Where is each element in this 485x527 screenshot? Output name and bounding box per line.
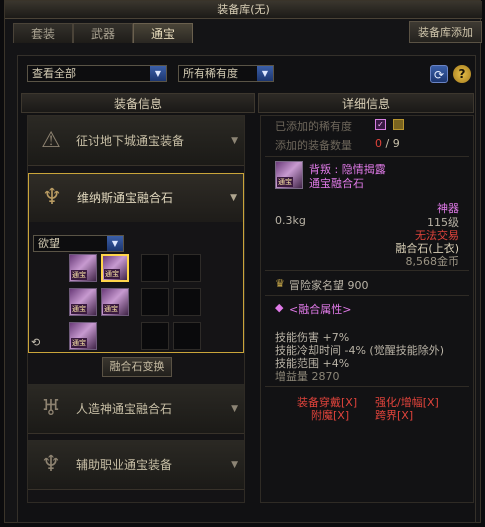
cycle-icon[interactable]: ⟲ bbox=[31, 336, 40, 349]
diamond-icon: ◆ bbox=[275, 301, 284, 314]
rarity-color-box[interactable] bbox=[393, 119, 404, 130]
divider bbox=[265, 156, 469, 157]
item-tag: 通宝 bbox=[103, 304, 119, 314]
window-title: 装备库(无) bbox=[5, 1, 482, 19]
equipment-category-list: ⚠ 征讨地下城通宝装备 ▼ ♆ 维纳斯通宝融合石 ▼ 欲望 ▼ 通宝 通宝 通宝… bbox=[27, 115, 245, 503]
item-icon: 通宝 bbox=[275, 161, 303, 189]
chevron-down-icon: ▼ bbox=[257, 66, 273, 81]
detail-info-header: 详细信息 bbox=[258, 93, 474, 113]
chevron-down-icon: ▼ bbox=[107, 236, 123, 251]
tab-set[interactable]: 套装 bbox=[13, 23, 73, 43]
empty-slot[interactable] bbox=[173, 288, 201, 316]
add-to-storage-button[interactable]: 装备库添加 bbox=[409, 21, 482, 43]
count-separator: / bbox=[385, 137, 390, 150]
tab-tongbao[interactable]: 通宝 bbox=[133, 23, 193, 43]
fusion-attr-title: <融合属性> bbox=[289, 303, 352, 316]
item-weight: 0.3kg bbox=[275, 214, 306, 227]
category-support-class[interactable]: ♆ 辅助职业通宝装备 ▼ bbox=[28, 440, 244, 490]
empty-slot[interactable] bbox=[173, 254, 201, 282]
sub-filter-value: 欲望 bbox=[38, 237, 60, 250]
demon-emblem-icon: ♆ bbox=[42, 185, 62, 210]
item-tag: 通宝 bbox=[71, 338, 87, 348]
link-enchant[interactable]: 附魔[X] bbox=[311, 407, 349, 423]
rarity-filter-value: 所有稀有度 bbox=[183, 67, 238, 80]
dungeon-emblem-icon: ⚠ bbox=[41, 128, 61, 153]
fame-icon: ♛ bbox=[275, 277, 285, 290]
chevron-down-icon: ▼ bbox=[231, 460, 238, 470]
category-venus-fusion: ♆ 维纳斯通宝融合石 ▼ 欲望 ▼ 通宝 通宝 通宝 通宝 通宝 ⟲ bbox=[28, 173, 244, 353]
added-rarity-label: 已添加的稀有度 bbox=[275, 120, 352, 133]
item-tag: 通宝 bbox=[71, 304, 87, 314]
link-cross-realm[interactable]: 跨界[X] bbox=[375, 407, 413, 423]
equipment-info-header: 装备信息 bbox=[21, 93, 255, 113]
view-filter-select[interactable]: 查看全部 ▼ bbox=[27, 65, 167, 82]
item-slot-selected[interactable]: 通宝 bbox=[101, 254, 129, 282]
category-venus-header[interactable]: ♆ 维纳斯通宝融合石 ▼ bbox=[29, 174, 243, 222]
item-slot[interactable]: 通宝 bbox=[101, 288, 129, 316]
view-filter-value: 查看全部 bbox=[32, 67, 76, 80]
horned-emblem-icon: ♅ bbox=[41, 396, 61, 421]
detail-panel: 已添加的稀有度 ✓ 添加的装备数量 0 / 9 通宝 背叛 : 隐情揭露 通宝融… bbox=[260, 115, 474, 503]
category-label: 征讨地下城通宝装备 bbox=[76, 134, 185, 148]
chevron-down-icon: ▼ bbox=[150, 66, 166, 81]
fame: 冒险家名望 900 bbox=[289, 277, 369, 293]
chevron-down-icon: ▼ bbox=[230, 193, 237, 203]
item-slot[interactable]: 通宝 bbox=[69, 254, 97, 282]
added-count: 0 / 9 bbox=[375, 137, 400, 150]
rarity-filter-select[interactable]: 所有稀有度 ▼ bbox=[178, 65, 274, 82]
added-count-label: 添加的装备数量 bbox=[275, 139, 352, 152]
category-label: 维纳斯通宝融合石 bbox=[77, 191, 174, 205]
divider bbox=[265, 270, 469, 271]
refresh-icon[interactable]: ⟳ bbox=[430, 65, 448, 83]
fame-label: 冒险家名望 bbox=[289, 279, 344, 292]
rarity-checkbox[interactable]: ✓ bbox=[375, 119, 386, 130]
trident-emblem-icon: ♆ bbox=[41, 452, 61, 477]
item-slot[interactable]: 通宝 bbox=[69, 288, 97, 316]
item-tag: 通宝 bbox=[104, 269, 120, 279]
item-tag: 通宝 bbox=[277, 177, 293, 187]
item-tag: 通宝 bbox=[71, 270, 87, 280]
category-label: 人造神通宝融合石 bbox=[76, 402, 173, 416]
item-price: 8,568金币 bbox=[405, 255, 460, 268]
category-dungeon-tongbao[interactable]: ⚠ 征讨地下城通宝装备 ▼ bbox=[28, 116, 244, 166]
chevron-down-icon: ▼ bbox=[231, 404, 238, 414]
empty-slot[interactable] bbox=[173, 322, 201, 350]
category-artificial-god[interactable]: ♅ 人造神通宝融合石 ▼ bbox=[28, 384, 244, 434]
tab-weapon[interactable]: 武器 bbox=[73, 23, 133, 43]
count-max: 9 bbox=[392, 137, 400, 150]
help-icon[interactable]: ? bbox=[453, 65, 471, 83]
count-current: 0 bbox=[375, 137, 382, 150]
item-slot[interactable]: 通宝 bbox=[69, 322, 97, 350]
attr-line: 增益量 2870 bbox=[275, 370, 340, 383]
empty-slot[interactable] bbox=[141, 254, 169, 282]
divider bbox=[265, 295, 469, 296]
equipment-storage-window: 装备库(无) 套装 武器 通宝 装备库添加 查看全部 ▼ 所有稀有度 ▼ ⟳ ?… bbox=[4, 0, 482, 523]
fame-value: 900 bbox=[347, 279, 369, 292]
divider bbox=[265, 386, 469, 387]
sub-filter-select[interactable]: 欲望 ▼ bbox=[33, 235, 124, 252]
chevron-down-icon: ▼ bbox=[231, 136, 238, 146]
category-label: 辅助职业通宝装备 bbox=[76, 458, 173, 472]
fusion-stone-convert-button[interactable]: 融合石变换 bbox=[102, 357, 172, 377]
item-subname: 通宝融合石 bbox=[309, 177, 364, 190]
empty-slot[interactable] bbox=[141, 322, 169, 350]
empty-slot[interactable] bbox=[141, 288, 169, 316]
